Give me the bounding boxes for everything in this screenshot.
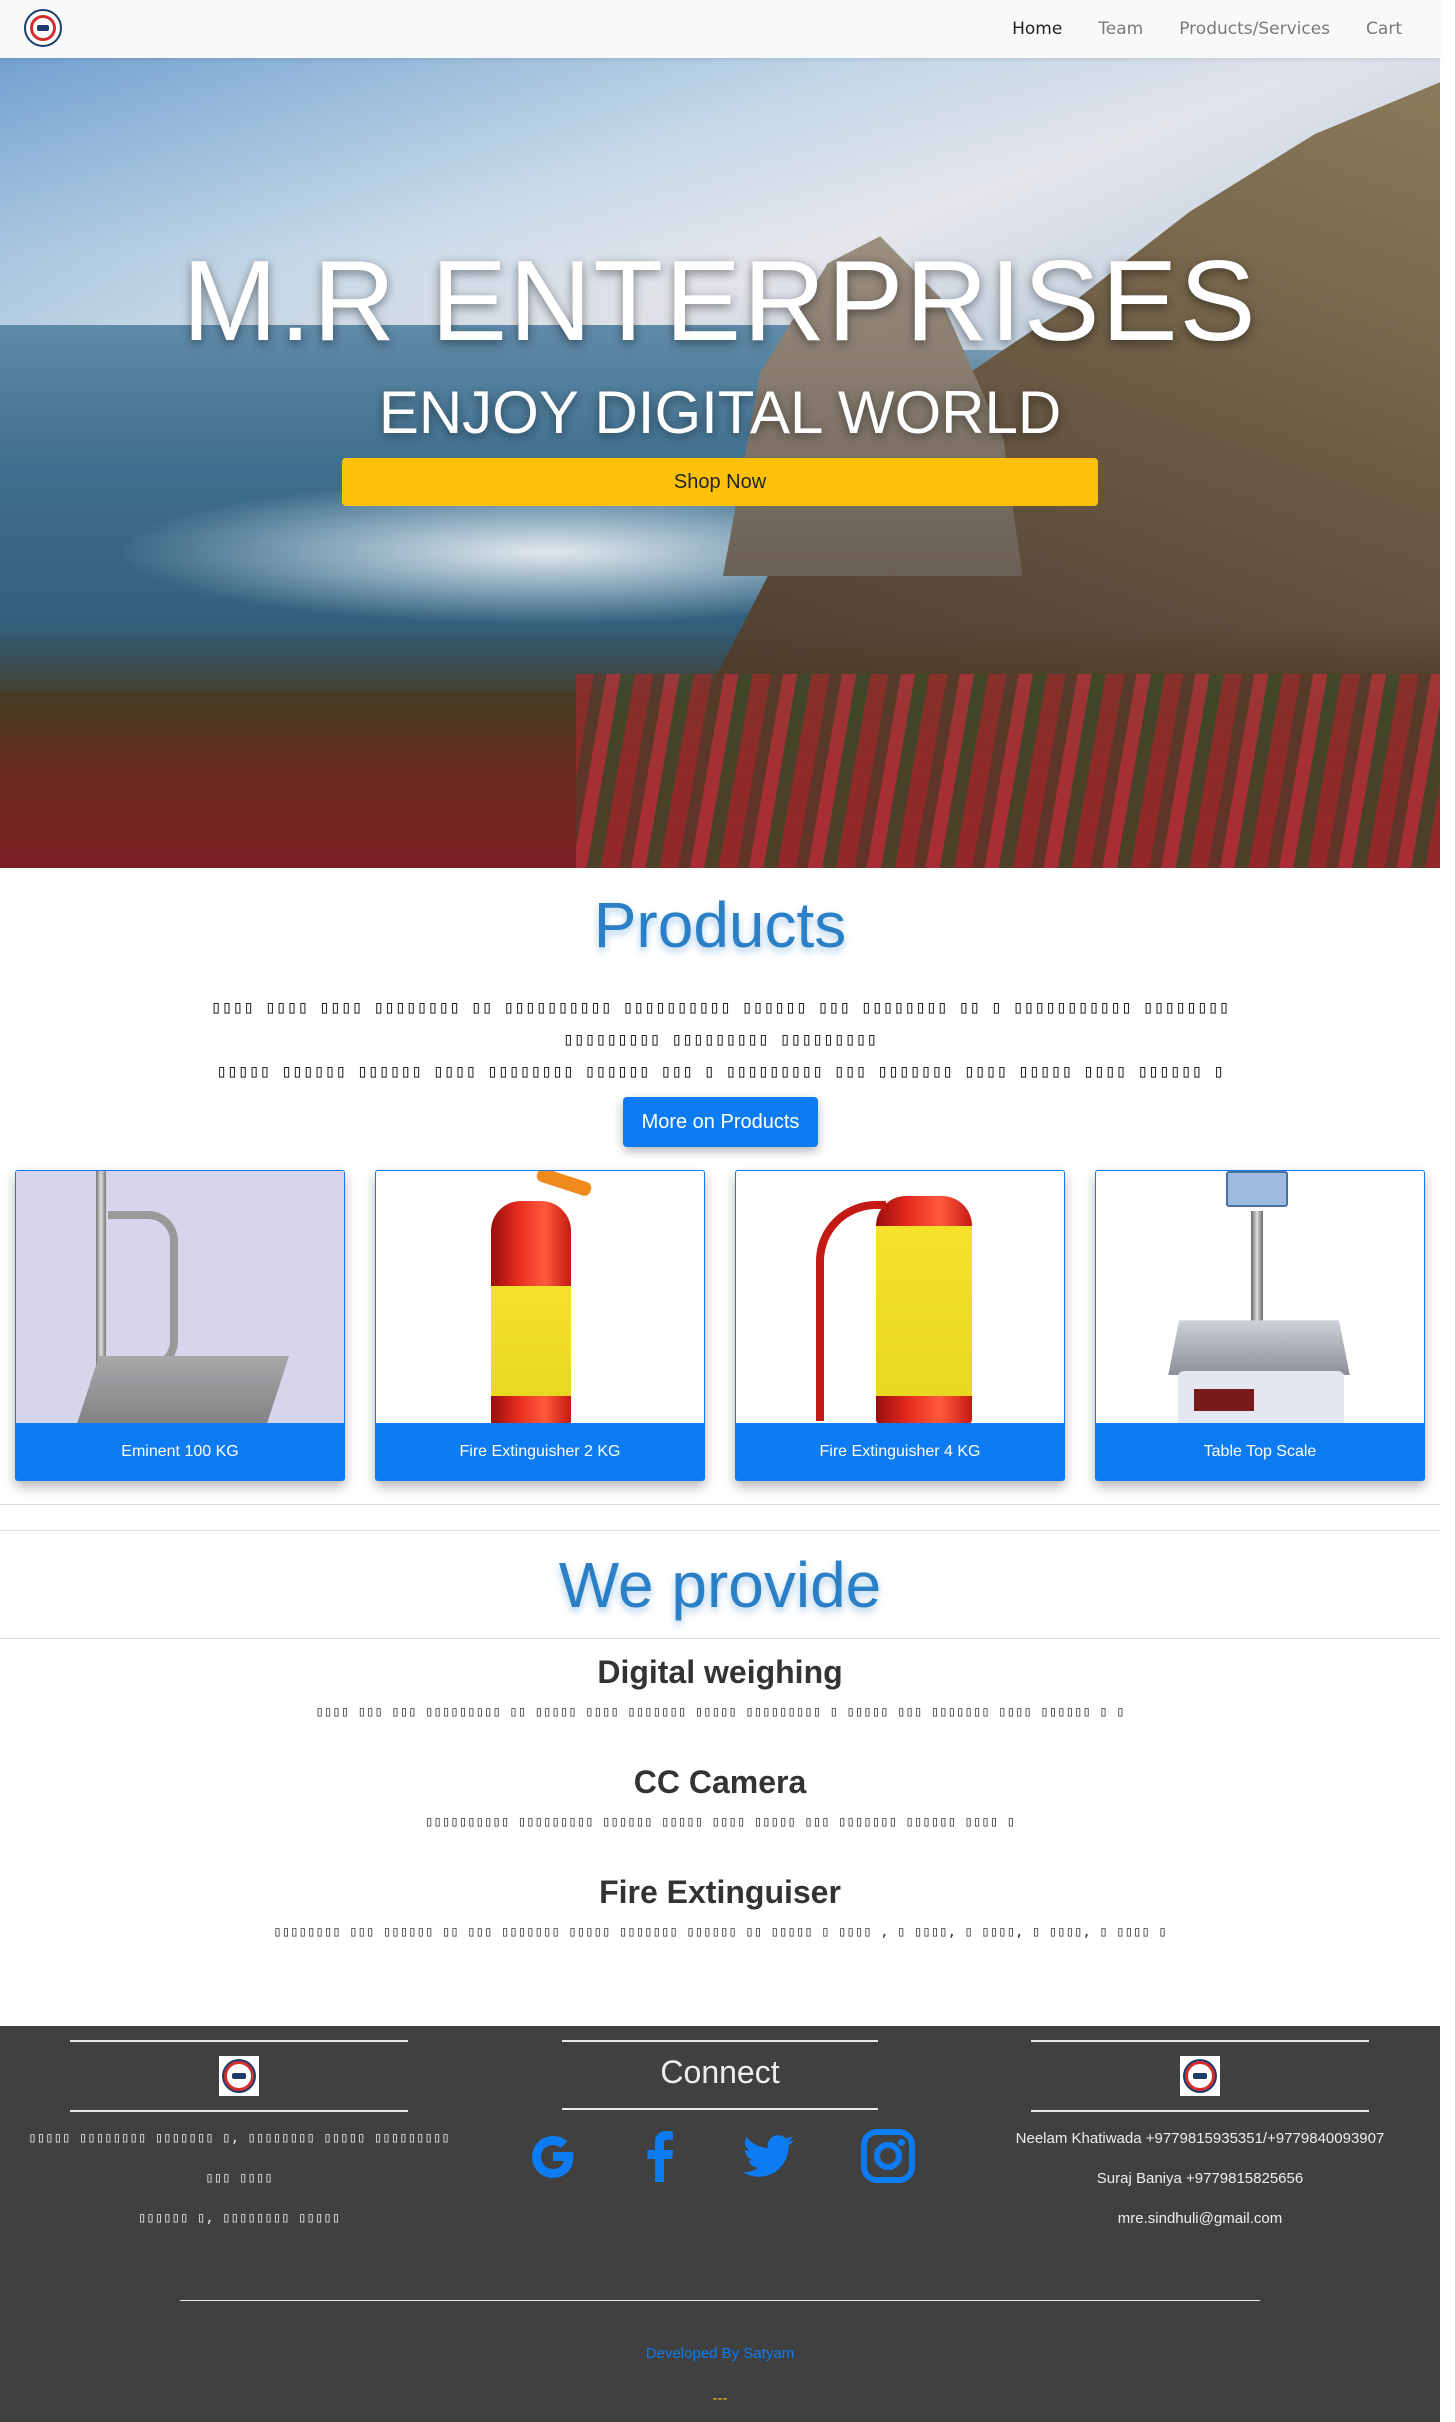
- service-description: ▯▯▯▯▯▯▯▯▯▯ ▯▯▯▯▯▯▯▯▯ ▯▯▯▯▯▯ ▯▯▯▯▯ ▯▯▯▯ ▯…: [424, 1814, 1015, 1830]
- product-image-fire-extinguisher: [736, 1171, 1064, 1425]
- more-on-products-button[interactable]: More on Products: [623, 1097, 818, 1147]
- footer-contact-phone: Neelam Khatiwada +9779815935351/+9779840…: [1015, 2130, 1385, 2147]
- google-icon[interactable]: [520, 2124, 584, 2188]
- product-card-label: Fire Extinguisher 4 KG: [736, 1423, 1064, 1480]
- nav-link-team[interactable]: Team: [1098, 19, 1143, 39]
- footer-contact-email[interactable]: mre.sindhuli@gmail.com: [960, 2210, 1440, 2227]
- products-description-line: ▯▯▯▯▯ ▯▯▯▯▯▯ ▯▯▯▯▯▯ ▯▯▯▯ ▯▯▯▯▯▯▯▯ ▯▯▯▯▯▯…: [216, 1061, 1224, 1082]
- nav-link-home[interactable]: Home: [1012, 19, 1062, 39]
- facebook-icon[interactable]: [628, 2124, 692, 2188]
- footer-address-line: ▯▯▯▯▯ ▯▯▯▯▯▯▯▯ ▯▯▯▯▯▯▯ ▯, ▯▯▯▯▯▯▯▯ ▯▯▯▯▯…: [28, 2130, 450, 2186]
- product-card[interactable]: Fire Extinguisher 2 KG: [375, 1170, 705, 1481]
- divider: [0, 1504, 1440, 1505]
- footer-logo: [1180, 2056, 1220, 2096]
- footer-rule: [70, 2110, 408, 2112]
- scrollbar[interactable]: [1440, 0, 1455, 2422]
- product-image-fire-extinguisher: [376, 1171, 704, 1427]
- instagram-icon[interactable]: [856, 2124, 920, 2188]
- service-title: CC Camera: [633, 1764, 807, 1800]
- product-card-label: Fire Extinguisher 2 KG: [376, 1423, 704, 1480]
- divider: [0, 1530, 1440, 1531]
- footer-logo: [219, 2056, 259, 2096]
- brand-logo[interactable]: [24, 9, 62, 47]
- footer-contact-phone: Suraj Baniya +9779815825656: [1096, 2170, 1304, 2187]
- nav-link-cart[interactable]: Cart: [1366, 19, 1402, 39]
- product-image-platform-scale: [16, 1171, 344, 1436]
- product-card-label: Table Top Scale: [1096, 1423, 1424, 1480]
- developed-by-link[interactable]: Developed By Satyam: [0, 2345, 1440, 2362]
- connect-heading: Connect: [660, 2054, 780, 2090]
- shop-now-button[interactable]: Shop Now: [342, 458, 1098, 506]
- nav-link-products-services[interactable]: Products/Services: [1179, 19, 1330, 39]
- twitter-icon[interactable]: [736, 2124, 800, 2188]
- divider: [0, 1638, 1440, 1639]
- product-card[interactable]: Eminent 100 KG: [15, 1170, 345, 1481]
- product-card[interactable]: Fire Extinguisher 4 KG: [735, 1170, 1065, 1481]
- product-card[interactable]: Table Top Scale: [1095, 1170, 1425, 1481]
- footer-rule: [1031, 2040, 1369, 2042]
- footer-rule: [70, 2040, 408, 2042]
- footer-rule: [562, 2108, 878, 2110]
- service-description: ▯▯▯▯ ▯▯▯ ▯▯▯ ▯▯▯▯▯▯▯▯▯ ▯▯ ▯▯▯▯▯ ▯▯▯▯ ▯▯▯…: [315, 1704, 1125, 1720]
- service-title: Fire Extinguiser: [599, 1874, 841, 1910]
- hero-title: M.R ENTERPRISES: [182, 238, 1258, 365]
- footer-rule: [562, 2040, 878, 2042]
- products-heading: Products: [593, 889, 847, 961]
- nav-links: Home Team Products/Services Cart: [1012, 0, 1402, 58]
- products-description-line: ▯▯▯▯ ▯▯▯▯ ▯▯▯▯ ▯▯▯▯▯▯▯▯ ▯▯ ▯▯▯▯▯▯▯▯▯▯ ▯▯…: [210, 997, 1230, 1050]
- footer-dashes: ---: [712, 2390, 728, 2407]
- footer-address-line: ▯▯▯▯▯▯ ▯, ▯▯▯▯▯▯▯▯ ▯▯▯▯▯: [137, 2210, 341, 2226]
- we-provide-heading: We provide: [558, 1549, 882, 1621]
- service-description: ▯▯▯▯▯▯▯▯ ▯▯▯ ▯▯▯▯▯▯ ▯▯ ▯▯▯ ▯▯▯▯▯▯▯ ▯▯▯▯▯…: [273, 1924, 1167, 1940]
- footer-rule: [1031, 2110, 1369, 2112]
- products-description: ▯▯▯▯ ▯▯▯▯ ▯▯▯▯ ▯▯▯▯▯▯▯▯ ▯▯ ▯▯▯▯▯▯▯▯▯▯ ▯▯…: [160, 992, 1280, 1088]
- navbar: Home Team Products/Services Cart: [0, 0, 1440, 58]
- product-image-table-top-scale: [1096, 1171, 1424, 1431]
- footer-rule: [180, 2300, 1260, 2301]
- footer-address: ▯▯▯▯▯ ▯▯▯▯▯▯▯▯ ▯▯▯▯▯▯▯ ▯, ▯▯▯▯▯▯▯▯ ▯▯▯▯▯…: [14, 2118, 464, 2238]
- hero-subtitle: ENJOY DIGITAL WORLD: [378, 379, 1062, 446]
- product-card-label: Eminent 100 KG: [16, 1423, 344, 1480]
- service-title: Digital weighing: [597, 1654, 843, 1690]
